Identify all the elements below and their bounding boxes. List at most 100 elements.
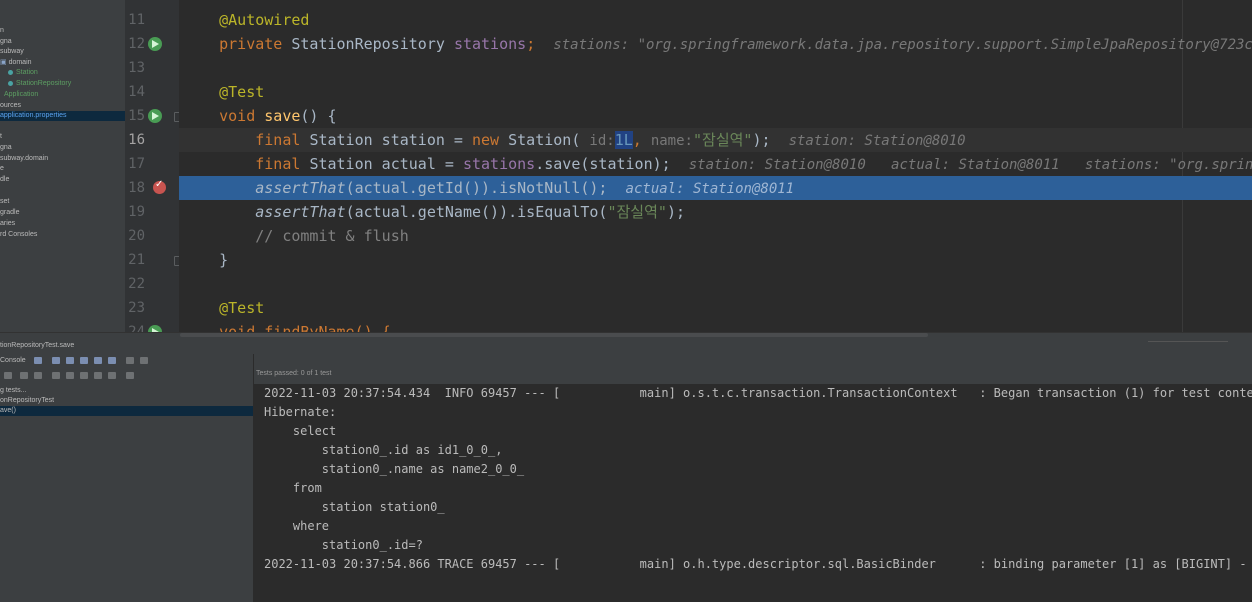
code-line-18-execution-point[interactable]: assertThat(actual.getId()).isNotNull(); … [179, 176, 1252, 200]
param-hint-id: id: [589, 133, 615, 149]
line-number[interactable]: 22 [125, 272, 145, 296]
project-tree-label: dle [0, 176, 10, 183]
line-number[interactable]: 12 [125, 32, 145, 56]
project-tree-label: gradle [0, 209, 20, 216]
code-line-12[interactable]: private StationRepository stations; stat… [179, 32, 1252, 56]
debug-inline-value: station: Station@8010 actual: Station@80… [688, 157, 1252, 173]
code-editor[interactable]: @Autowired private StationRepository sta… [179, 0, 1252, 332]
project-tree-label: n [0, 27, 4, 34]
search-icon[interactable] [80, 372, 88, 379]
console-line: Hibernate: [264, 405, 337, 419]
package-icon: ▣ [0, 59, 9, 66]
project-tree-label: Application [4, 91, 39, 98]
project-tree-label: application.properties [0, 112, 67, 119]
expand-icon[interactable] [34, 372, 42, 379]
project-tree-item[interactable]: application.properties [0, 111, 125, 121]
import-icon[interactable] [108, 372, 116, 379]
project-tree-label: subway.domain [0, 155, 49, 162]
project-tree-item[interactable]: subway [0, 47, 24, 57]
editor-gutter: 1112131415161718192021222324 [125, 0, 179, 332]
line-number[interactable]: 24 [125, 320, 145, 332]
console-line: from [264, 481, 322, 495]
project-tree-label: aries [0, 220, 16, 227]
console-line: 2022-11-03 20:37:54.434 INFO 69457 --- [… [264, 386, 1252, 400]
console-tab[interactable]: Console [0, 357, 26, 364]
test-tree-item[interactable]: g tests... [0, 386, 26, 396]
line-number[interactable]: 20 [125, 224, 145, 248]
project-tree-item[interactable]: e [0, 164, 4, 174]
project-tree-item[interactable]: StationRepository [0, 79, 71, 89]
project-tree-item[interactable]: rd Consoles [0, 230, 37, 240]
code-line-19[interactable]: assertThat(actual.getName()).isEqualTo("… [179, 200, 1252, 224]
editor-horizontal-scrollbar[interactable] [180, 333, 928, 337]
download-icon[interactable] [66, 357, 74, 364]
run-test-icon[interactable] [148, 37, 162, 51]
line-number[interactable]: 18 [125, 176, 145, 200]
test-tree-item[interactable]: onRepositoryTest [0, 396, 54, 406]
code-line-15[interactable]: void save() { [179, 104, 1252, 128]
code-line-16[interactable]: final Station station = new Station( id:… [179, 128, 1252, 152]
project-tree-label: e [0, 165, 4, 172]
run-test-icon[interactable] [148, 109, 162, 123]
project-tree-item[interactable]: t [0, 132, 2, 142]
step-out-icon[interactable] [108, 357, 116, 364]
export-icon[interactable] [94, 372, 102, 379]
project-tree-item[interactable]: gna [0, 143, 12, 153]
code-line-11[interactable]: @Autowired [179, 8, 1252, 32]
code-line-17[interactable]: final Station actual = stations.save(sta… [179, 152, 1252, 176]
code-line-24[interactable]: void findByName() { [179, 320, 1252, 332]
run-test-icon[interactable] [148, 325, 162, 332]
line-number[interactable]: 15 [125, 104, 145, 128]
project-tree-item[interactable]: n [0, 26, 4, 36]
project-tree-item[interactable]: gna [0, 37, 12, 47]
calc-icon[interactable] [140, 357, 148, 364]
pass-filter-icon[interactable] [4, 372, 12, 379]
sort-icon[interactable] [20, 372, 28, 379]
line-number[interactable]: 21 [125, 248, 145, 272]
project-tree-label: gna [0, 38, 12, 45]
console-output[interactable]: 2022-11-03 20:37:54.434 INFO 69457 --- [… [254, 384, 1252, 602]
table-icon[interactable] [126, 357, 134, 364]
up-icon[interactable] [52, 372, 60, 379]
debug-inline-value: stations: "org.springframework.data.jpa.… [553, 37, 1252, 53]
line-number[interactable]: 13 [125, 56, 145, 80]
line-number[interactable]: 11 [125, 8, 145, 32]
run-config-tab[interactable]: tionRepositoryTest.save [0, 342, 74, 349]
project-tree-item[interactable]: gradle [0, 208, 19, 218]
project-tree-item[interactable]: Application [0, 90, 38, 100]
code-line-21[interactable]: } [179, 248, 1252, 272]
selected-literal[interactable]: 1L [614, 131, 633, 149]
line-number[interactable]: 23 [125, 296, 145, 320]
code-line-14[interactable]: @Test [179, 80, 1252, 104]
line-number[interactable]: 17 [125, 152, 145, 176]
line-number[interactable]: 19 [125, 200, 145, 224]
project-tree-item[interactable]: ▣ domain [0, 58, 32, 68]
step-into-icon[interactable] [94, 357, 102, 364]
line-number[interactable]: 16 [125, 128, 145, 152]
gear-icon[interactable] [126, 372, 134, 379]
class-icon [8, 69, 13, 75]
param-hint-name: name: [650, 133, 693, 149]
upload-icon[interactable] [80, 357, 88, 364]
code-line-20[interactable]: // commit & flush [179, 224, 1252, 248]
test-tree-item[interactable]: ave() [0, 406, 253, 416]
down-icon[interactable] [66, 372, 74, 379]
console-line: select [264, 424, 337, 438]
line-number[interactable]: 14 [125, 80, 145, 104]
project-tree-item[interactable]: Station [0, 68, 38, 78]
run-toolbar: Console Tests passed: 0 of 1 test [0, 354, 1252, 385]
console-line: where [264, 519, 330, 533]
project-tree-item[interactable]: ources [0, 101, 21, 111]
rerun-icon[interactable] [52, 357, 60, 364]
console-line: station0_.id=? [264, 538, 423, 552]
code-line-23[interactable]: @Test [179, 296, 1252, 320]
breakpoint-icon[interactable] [153, 179, 166, 194]
project-tree-item[interactable]: aries [0, 219, 15, 229]
project-tree-label: set [0, 198, 10, 205]
project-tree-item[interactable]: set [0, 197, 9, 207]
project-tree-item[interactable]: subway.domain [0, 154, 48, 164]
project-tree[interactable]: n gna subway ▣ domain Station StationReposito… [0, 0, 125, 332]
test-results-tree[interactable]: g tests... onRepositoryTest ave() [0, 384, 253, 602]
list-icon[interactable] [34, 357, 42, 364]
project-tree-item[interactable]: dle [0, 175, 9, 185]
